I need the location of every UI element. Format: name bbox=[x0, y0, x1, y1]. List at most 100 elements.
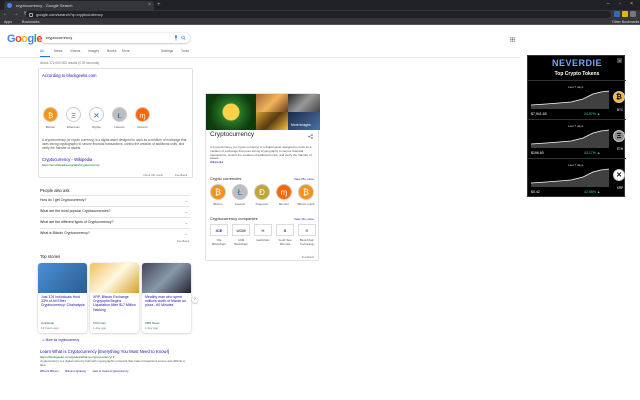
sitelink[interactable]: How to invest cryptocurrency bbox=[93, 369, 129, 373]
new-tab-button[interactable]: + bbox=[157, 2, 161, 8]
coin-icon[interactable]: Ξ bbox=[66, 107, 81, 122]
sitelink[interactable]: What is Bitcoin bbox=[40, 369, 59, 373]
profile-icon[interactable] bbox=[630, 11, 636, 17]
company-logo[interactable]: S bbox=[276, 224, 294, 236]
story-thumbnail bbox=[142, 263, 191, 293]
widget-close-button[interactable]: × bbox=[617, 58, 622, 63]
company-label: BlockChain Technology bbox=[299, 238, 315, 246]
browser-tab[interactable]: cryptocurrency - Google Search × bbox=[4, 1, 154, 10]
about-result-link[interactable]: About this result bbox=[143, 173, 163, 177]
window-controls[interactable]: – ▫ × bbox=[607, 1, 637, 7]
coin-icon[interactable]: ɱ bbox=[135, 107, 150, 122]
paa-heading: People also ask bbox=[40, 188, 70, 193]
token-price: $196.60 bbox=[531, 151, 544, 155]
currency-icon[interactable]: ɱ bbox=[276, 184, 292, 200]
story-title: XRP, Bitcoin Exchange Crypyoplia Begins … bbox=[93, 295, 136, 312]
featured-snippet-text: A cryptocurrency (or crypto currency) is… bbox=[42, 138, 187, 150]
share-icon[interactable] bbox=[308, 134, 313, 139]
tab-books[interactable]: Books bbox=[107, 49, 116, 53]
story-card[interactable]: Just 376 Individuals Hold 33% of All Eth… bbox=[38, 263, 87, 333]
featured-heading[interactable]: According to blockgeeks.com bbox=[42, 73, 96, 78]
company-logo[interactable]: UCM bbox=[232, 224, 250, 236]
mic-icon[interactable] bbox=[174, 35, 178, 41]
price-sparkline bbox=[531, 90, 609, 109]
company-label: Hashchain bbox=[256, 238, 270, 242]
token-row[interactable]: Last 7 days $0.42 42.55% ▲ ✕ XRP bbox=[528, 158, 626, 196]
story-card[interactable]: Mealthy man who spent millions worth of … bbox=[142, 263, 191, 333]
token-row[interactable]: Last 7 days $7,941.65 24.57% ▲ ₿ BTC bbox=[528, 80, 626, 118]
extension-icon[interactable] bbox=[622, 11, 628, 17]
google-logo[interactable]: Google bbox=[7, 33, 42, 45]
google-apps-icon[interactable] bbox=[510, 37, 515, 42]
chevron-down-icon: ⌄ bbox=[184, 209, 188, 214]
crypto-image[interactable] bbox=[206, 94, 256, 130]
token-row[interactable]: Last 7 days $196.60 43.17% ▲ Ξ ETH bbox=[528, 119, 626, 157]
tab-news[interactable]: News bbox=[54, 49, 62, 53]
story-card[interactable]: XRP, Bitcoin Exchange Crypyoplia Begins … bbox=[90, 263, 139, 333]
lock-icon bbox=[29, 12, 33, 17]
companies-heading: Cryptocurrency companies bbox=[210, 216, 258, 221]
story-thumbnail bbox=[38, 263, 87, 293]
tabs-divider bbox=[0, 57, 520, 58]
wikipedia-link[interactable]: Cryptocurrency - Wikipedia bbox=[42, 157, 92, 162]
kp-feedback[interactable]: Feedback bbox=[302, 255, 314, 259]
paa-question[interactable]: How do I get Cryptocurrency? ⌄ bbox=[40, 195, 190, 204]
paa-question[interactable]: What are the most popular Cryptocurrenci… bbox=[40, 206, 190, 215]
token-change: 42.55% ▲ bbox=[584, 190, 601, 194]
price-sparkline bbox=[531, 168, 609, 187]
more-images-tile[interactable]: More images bbox=[288, 112, 320, 130]
company-label: South Sea Minerals bbox=[278, 238, 292, 246]
currency-icon[interactable]: Ð bbox=[254, 184, 270, 200]
result-title[interactable]: Learn What is Cryptocurrency [Everything… bbox=[40, 349, 169, 354]
tab-all[interactable]: All bbox=[40, 49, 44, 53]
neverdie-logo: NEVERDIE bbox=[551, 58, 602, 68]
currency-icon[interactable]: ₿ bbox=[210, 184, 226, 200]
coin-icon[interactable]: ✕ bbox=[89, 107, 104, 122]
paa-question[interactable]: What is Bitcoin Cryptocurrency? ⌄ bbox=[40, 228, 190, 237]
company-logo[interactable]: H bbox=[254, 224, 272, 236]
currencies-more-link[interactable]: View 25+ more bbox=[294, 177, 314, 181]
feedback-link[interactable]: Feedback bbox=[175, 173, 187, 177]
paa-question-text: What are the different types of Cryptocu… bbox=[40, 220, 114, 224]
sitelink[interactable]: Bitcoin Lightning bbox=[65, 369, 86, 373]
search-input[interactable]: cryptocurrency bbox=[40, 33, 190, 43]
tab-videos[interactable]: Videos bbox=[70, 49, 80, 53]
stories-next-button[interactable]: › bbox=[192, 296, 198, 303]
crypto-image[interactable] bbox=[288, 94, 320, 112]
tab-images[interactable]: Images bbox=[88, 49, 99, 53]
crypto-image[interactable] bbox=[256, 112, 288, 130]
more-stories-link[interactable]: ➔ More for cryptocurrency bbox=[42, 338, 79, 342]
sitelinks: What is Bitcoin Bitcoin Lightning How to… bbox=[40, 369, 129, 373]
crypto-ticker-widget: NEVERDIE × Top Crypto Tokens Last 7 days… bbox=[527, 55, 626, 197]
company-logo[interactable]: B bbox=[298, 224, 316, 236]
coin-label: Litecoin bbox=[114, 125, 125, 129]
paa-feedback[interactable]: Feedback bbox=[177, 239, 189, 243]
story-source: CCN.com bbox=[93, 321, 107, 325]
extension-icon[interactable] bbox=[614, 11, 620, 17]
paa-question[interactable]: What are the different types of Cryptocu… bbox=[40, 217, 190, 226]
currency-label: Dogecoin bbox=[255, 202, 269, 206]
story-title: Mealthy man who spent millions worth of … bbox=[145, 295, 187, 308]
token-logo-icon: ₿ bbox=[613, 91, 625, 103]
toolbar: ← → ↻ google.com/search?q=cryptocurrency bbox=[0, 10, 640, 19]
browser-tab-strip: cryptocurrency - Google Search × + – ▫ × bbox=[0, 0, 640, 10]
crypto-image[interactable] bbox=[256, 94, 288, 112]
kp-wikipedia-link[interactable]: Wikipedia bbox=[210, 160, 316, 165]
widget-title: Top Crypto Tokens bbox=[554, 71, 600, 77]
search-icon[interactable] bbox=[181, 35, 186, 41]
company-logo[interactable]: ICE bbox=[210, 224, 228, 236]
tab-more[interactable]: More bbox=[122, 49, 130, 53]
token-symbol: BTC bbox=[616, 108, 624, 112]
tab-close-icon[interactable]: × bbox=[148, 1, 151, 10]
currency-icon[interactable]: ₿ bbox=[298, 184, 314, 200]
address-bar[interactable]: google.com/search?q=cryptocurrency bbox=[26, 11, 611, 18]
coin-icon[interactable]: ₿ bbox=[43, 107, 58, 122]
tab-settings[interactable]: Settings bbox=[161, 49, 173, 53]
currency-icon[interactable]: Ł bbox=[232, 184, 248, 200]
token-symbol: XRP bbox=[616, 186, 624, 190]
top-stories-heading: Top stories bbox=[40, 254, 61, 259]
companies-more-link[interactable]: View 10+ more bbox=[294, 217, 314, 221]
tab-tools[interactable]: Tools bbox=[181, 49, 189, 53]
knowledge-panel: More images Cryptocurrency A cryptocurre… bbox=[205, 93, 320, 261]
coin-icon[interactable]: Ł bbox=[112, 107, 127, 122]
